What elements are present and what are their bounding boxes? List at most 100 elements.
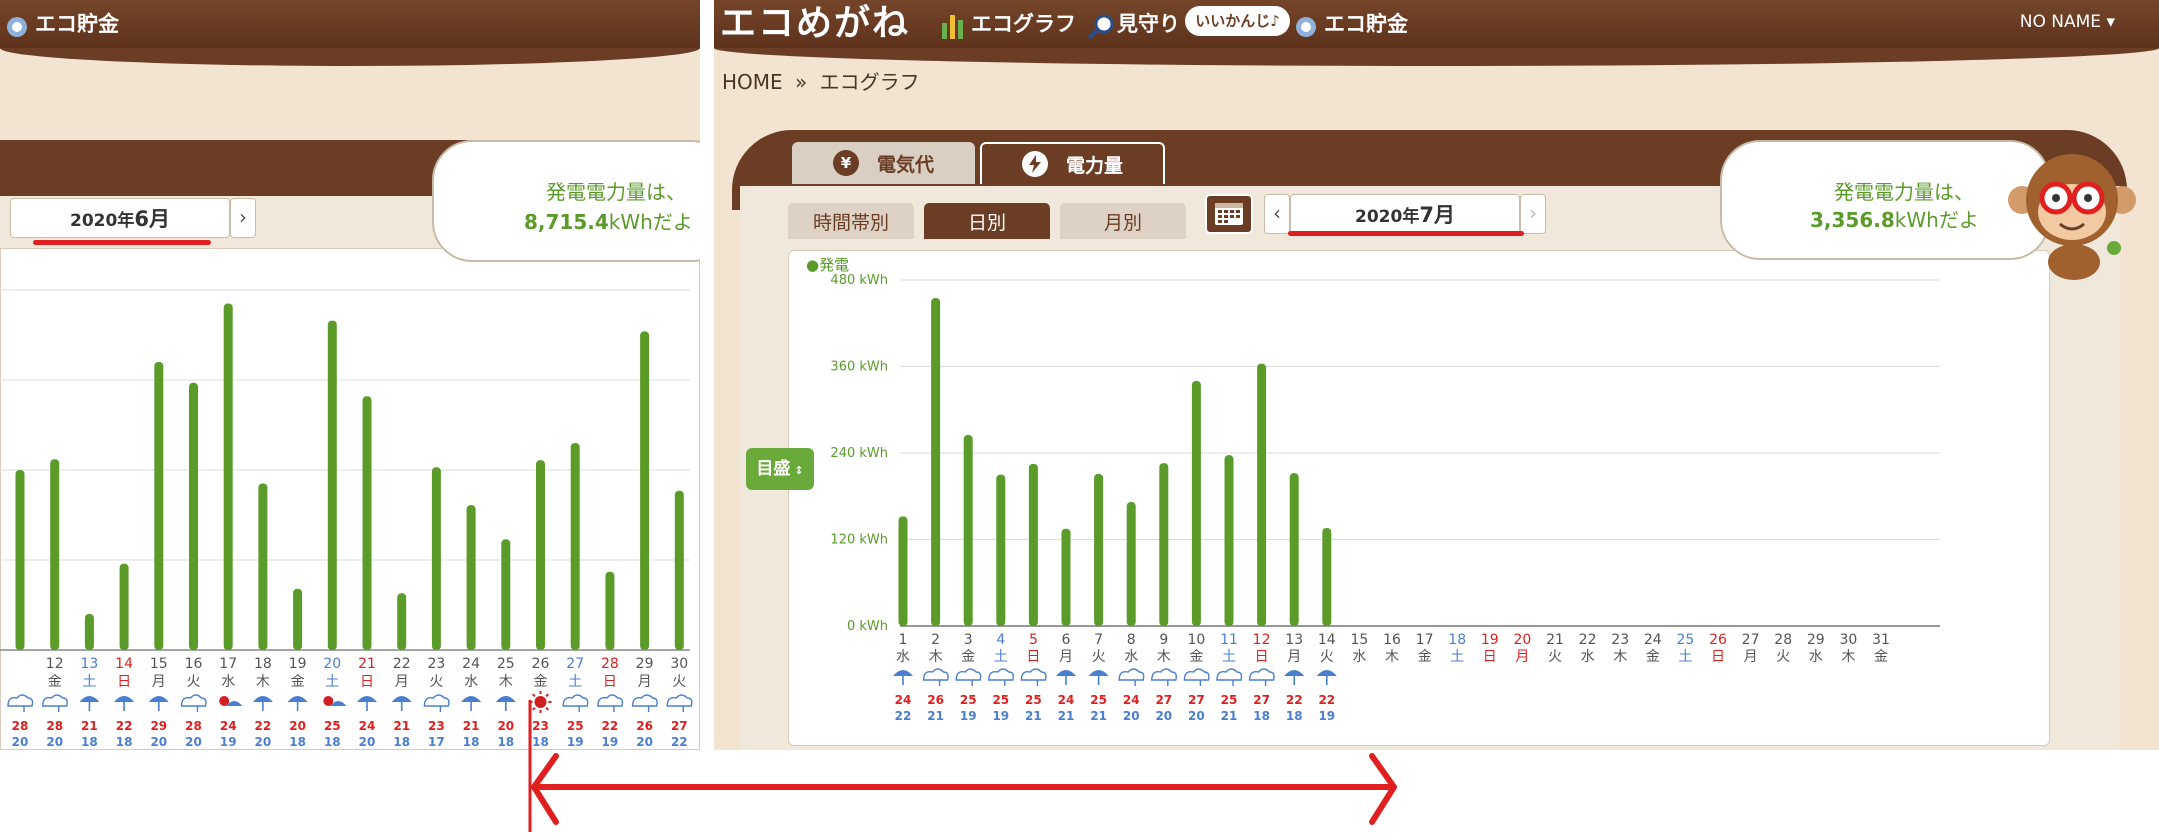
left-bar: [362, 396, 372, 650]
temp-low: 19: [992, 709, 1009, 723]
nav-eco-savings[interactable]: エコ貯金: [1293, 0, 1408, 48]
left-day-number: 21: [358, 656, 376, 672]
temp-high: 27: [1155, 693, 1172, 707]
left-day-number: 20: [323, 656, 341, 672]
temp-high: 24: [1123, 693, 1140, 707]
red-underline: [1288, 231, 1524, 236]
left-temp-low: 20: [12, 735, 29, 749]
left-bar: [466, 505, 476, 650]
weekday: 月: [1059, 649, 1073, 665]
left-weather-icon: [666, 694, 693, 712]
left-bar: [119, 563, 129, 650]
tab-electricity-cost[interactable]: ¥ 電気代: [792, 142, 975, 184]
bar: [1289, 473, 1299, 626]
temp-low: 21: [1025, 709, 1042, 723]
breadcrumb-home[interactable]: HOME: [722, 70, 783, 94]
weather-icon: [1118, 668, 1145, 686]
left-weekday: 日: [360, 674, 374, 690]
left-bar: [327, 320, 337, 650]
breadcrumb: HOME » エコグラフ: [722, 66, 920, 95]
temp-low: 19: [960, 709, 977, 723]
weekday: 木: [1385, 649, 1399, 665]
y-tick-label: 120 kWh: [830, 533, 888, 548]
y-tick-label: 0 kWh: [847, 619, 888, 634]
app-logo[interactable]: エコめがね: [720, 0, 910, 48]
day-number: 24: [1644, 632, 1662, 648]
temp-low: 20: [1123, 709, 1140, 723]
weekday: 土: [1450, 649, 1464, 665]
day-number: 27: [1742, 632, 1760, 648]
weekday: 月: [1515, 649, 1529, 665]
left-temp-high: 28: [46, 719, 63, 733]
weekday: 金: [961, 649, 975, 665]
bar: [1094, 473, 1104, 626]
left-day-number: 19: [289, 656, 307, 672]
bar: [1061, 528, 1071, 626]
nav-watch[interactable]: 見守り: [1086, 0, 1180, 48]
bar: [1224, 455, 1234, 626]
left-temp-low: 19: [567, 735, 584, 749]
left-temp-low: 19: [220, 735, 237, 749]
tab-electricity-amount[interactable]: 電力量: [980, 142, 1165, 184]
tab-hourly[interactable]: 時間帯別: [788, 203, 914, 239]
tab-monthly[interactable]: 月別: [1060, 203, 1186, 239]
user-menu[interactable]: NO NAME ▾: [2020, 12, 2115, 32]
left-weather-icon: [631, 694, 658, 712]
bar-chart-icon: [940, 11, 966, 39]
temp-low: 21: [1221, 709, 1238, 723]
left-nav-eco-savings[interactable]: エコ貯金: [4, 0, 119, 48]
day-number: 7: [1094, 632, 1103, 648]
weekday: 火: [1548, 649, 1562, 665]
temp-low: 21: [927, 709, 944, 723]
left-weekday: 金: [534, 674, 548, 690]
right-chart: 0 kWh120 kWh240 kWh360 kWh480 kWh1水24222…: [830, 273, 1940, 723]
bar: [1126, 502, 1136, 626]
bar: [963, 434, 973, 626]
left-temp-high: 20: [497, 719, 514, 733]
temp-high: 27: [1188, 693, 1205, 707]
next-month-button[interactable]: ›: [1520, 194, 1546, 234]
left-bar: [189, 382, 198, 650]
temp-low: 21: [1090, 709, 1107, 723]
left-bar: [536, 460, 545, 650]
day-number: 11: [1220, 632, 1238, 648]
temp-high: 25: [1221, 693, 1238, 707]
day-number: 15: [1350, 632, 1368, 648]
nav-eco-graph[interactable]: エコグラフ: [940, 0, 1076, 48]
temp-high: 22: [1286, 693, 1303, 707]
tab-daily[interactable]: 日別: [924, 203, 1050, 239]
left-temp-high: 24: [359, 719, 376, 733]
left-temp-low: 18: [289, 735, 306, 749]
temp-low: 18: [1286, 709, 1303, 723]
day-number: 19: [1481, 632, 1499, 648]
weather-icon: [1151, 668, 1177, 686]
left-weather-icon: [287, 696, 308, 711]
calendar-icon[interactable]: [1205, 194, 1253, 234]
prev-month-button[interactable]: ‹: [1264, 194, 1290, 234]
weekday: 土: [1678, 649, 1692, 665]
temp-high: 25: [1090, 693, 1107, 707]
left-weather-icon: [461, 696, 482, 711]
date-month: 7月: [1419, 203, 1455, 227]
weekday: 木: [1613, 649, 1627, 665]
day-number: 30: [1839, 632, 1857, 648]
left-bar: [293, 588, 303, 650]
left-day-number: 26: [532, 656, 550, 672]
lightning-icon: [1021, 151, 1048, 177]
weekday: 金: [1189, 649, 1203, 665]
left-date-month: 6月: [134, 207, 170, 231]
left-temp-high: 23: [532, 719, 549, 733]
date-display[interactable]: 2020年 7月: [1290, 194, 1520, 234]
left-day-number: 27: [566, 656, 584, 672]
date-prefix: 2020年: [1355, 206, 1420, 227]
left-temp-low: 20: [636, 735, 653, 749]
day-number: 4: [996, 632, 1005, 648]
left-temp-low: 22: [671, 735, 688, 749]
bar: [1191, 380, 1201, 626]
day-number: 26: [1709, 632, 1727, 648]
left-weekday: 日: [603, 674, 617, 690]
left-temp-low: 18: [324, 735, 341, 749]
temp-high: 25: [1025, 693, 1042, 707]
left-temp-high: 20: [289, 719, 306, 733]
left-bar: [605, 571, 615, 650]
